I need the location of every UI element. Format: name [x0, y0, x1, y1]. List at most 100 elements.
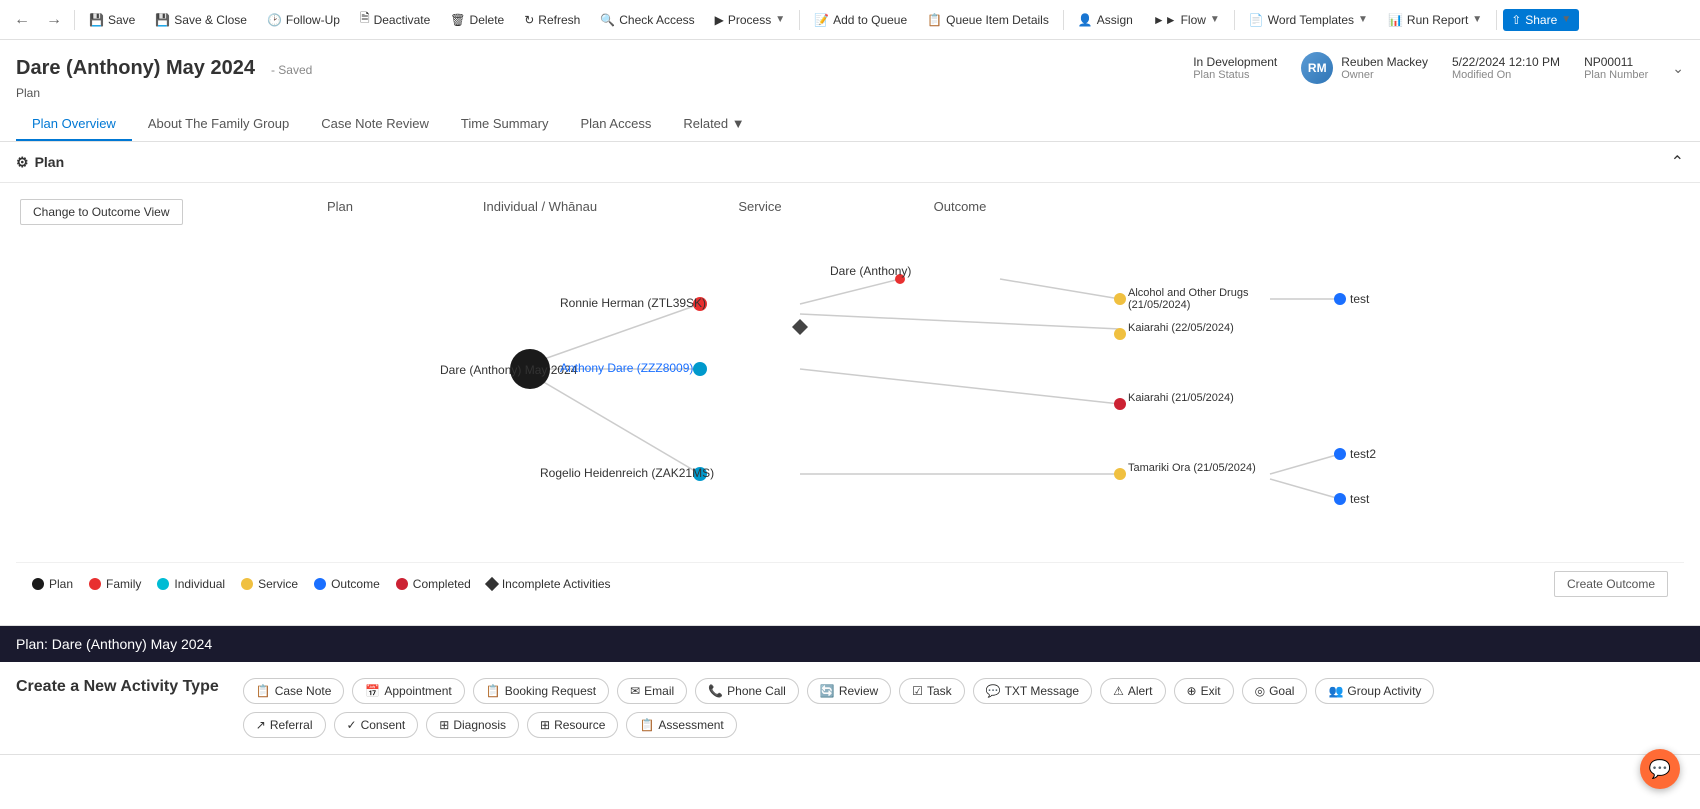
appointment-icon: 📅 [365, 684, 380, 698]
follow-up-button[interactable]: 🕑 Follow-Up [259, 9, 348, 31]
avatar: RM [1301, 52, 1333, 84]
tab-case-note-review[interactable]: Case Note Review [305, 108, 445, 141]
word-icon: 📄 [1249, 13, 1264, 27]
forward-button[interactable]: → [40, 9, 68, 31]
share-button[interactable]: ⇧ Share ▼ [1503, 9, 1579, 31]
case-note-button[interactable]: 📋 Case Note [243, 678, 345, 704]
status-label: Plan Status [1193, 69, 1277, 81]
tab-family-group[interactable]: About The Family Group [132, 108, 305, 141]
modified-value: 5/22/2024 12:10 PM [1452, 55, 1560, 69]
exit-button[interactable]: ⊕ Exit [1174, 678, 1234, 704]
tab-time-summary[interactable]: Time Summary [445, 108, 565, 141]
exit-icon: ⊕ [1187, 684, 1197, 698]
appointment-button[interactable]: 📅 Appointment [352, 678, 464, 704]
word-templates-button[interactable]: 📄 Word Templates ▼ [1241, 9, 1376, 31]
collapse-record-icon[interactable]: ⌄ [1672, 60, 1684, 77]
share-icon: ⇧ [1511, 13, 1521, 27]
txt-message-button[interactable]: 💬 TXT Message [973, 678, 1092, 704]
delete-button[interactable]: 🗑 Delete [442, 9, 512, 31]
alert-button[interactable]: ⚠ Alert [1100, 678, 1165, 704]
assessment-button[interactable]: 📋 Assessment [626, 712, 736, 738]
phone-icon: 📞 [708, 684, 723, 698]
toolbar-separator-2 [799, 10, 800, 30]
task-button[interactable]: ☑ Task [899, 678, 964, 704]
svg-text:Anthony Dare (ZZZ8009): Anthony Dare (ZZZ8009) [560, 361, 693, 375]
run-report-button[interactable]: 📊 Run Report ▼ [1380, 9, 1490, 31]
add-queue-icon: 📝 [814, 13, 829, 27]
toolbar-separator-5 [1496, 10, 1497, 30]
collapse-plan-icon[interactable]: ⌃ [1671, 152, 1684, 172]
toolbar-separator-4 [1234, 10, 1235, 30]
assign-icon: 👤 [1078, 13, 1093, 27]
toolbar-separator-3 [1063, 10, 1064, 30]
activity-buttons-row1: 📋 Case Note 📅 Appointment 📋 Booking Requ… [243, 678, 1684, 704]
process-button[interactable]: ▶ Process ▼ [707, 9, 794, 31]
saved-badge: - Saved [271, 63, 312, 77]
add-queue-button[interactable]: 📝 Add to Queue [806, 9, 915, 31]
svg-text:Alcohol and Other Drugs: Alcohol and Other Drugs [1128, 287, 1249, 299]
plan-dark-header: Plan: Dare (Anthony) May 2024 [0, 626, 1700, 662]
deactivate-button[interactable]: 🗎 Deactivate [352, 5, 438, 34]
col-plan: Plan [250, 199, 430, 214]
flow-icon: ►► [1153, 13, 1177, 27]
nav-tabs: Plan Overview About The Family Group Cas… [16, 108, 1684, 141]
task-icon: ☑ [912, 684, 923, 698]
legend-individual-dot [157, 578, 169, 590]
check-access-button[interactable]: 🔍 Check Access [592, 9, 702, 31]
process-chevron-icon: ▼ [775, 14, 785, 25]
legend-family-dot [89, 578, 101, 590]
legend: Plan Family Individual Service Outcome [16, 562, 1684, 609]
plan-number-value: NP00011 [1584, 55, 1648, 69]
phone-call-button[interactable]: 📞 Phone Call [695, 678, 799, 704]
word-chevron-icon: ▼ [1358, 14, 1368, 25]
create-outcome-button[interactable]: Create Outcome [1554, 571, 1668, 597]
legend-family: Family [89, 577, 141, 591]
goal-icon: ◎ [1255, 684, 1265, 698]
create-activity-section: Create a New Activity Type 📋 Case Note 📅… [0, 662, 1700, 755]
svg-text:Kaiarahi (22/05/2024): Kaiarahi (22/05/2024) [1128, 322, 1234, 334]
svg-text:Kaiarahi (21/05/2024): Kaiarahi (21/05/2024) [1128, 392, 1234, 404]
svg-text:(21/05/2024): (21/05/2024) [1128, 299, 1190, 311]
record-title: Dare (Anthony) May 2024 [16, 57, 255, 80]
tab-plan-access[interactable]: Plan Access [565, 108, 668, 141]
resource-icon: ⊞ [540, 718, 550, 732]
refresh-button[interactable]: ↻ Refresh [516, 9, 588, 31]
col-outcome: Outcome [870, 199, 1050, 214]
referral-button[interactable]: ↗ Referral [243, 712, 326, 738]
resource-button[interactable]: ⊞ Resource [527, 712, 618, 738]
check-access-icon: 🔍 [600, 13, 615, 27]
record-type: Plan [16, 86, 1684, 100]
assessment-icon: 📋 [639, 718, 654, 732]
booking-request-button[interactable]: 📋 Booking Request [473, 678, 609, 704]
section-title: ⚙ Plan [16, 154, 64, 171]
chat-fab[interactable]: 💬 [1640, 749, 1680, 789]
delete-icon: 🗑 [450, 13, 465, 27]
queue-details-button[interactable]: 📋 Queue Item Details [919, 9, 1057, 31]
owner-block: RM Reuben Mackey Owner [1301, 52, 1428, 84]
consent-icon: ✓ [347, 718, 357, 732]
email-button[interactable]: ✉ Email [617, 678, 687, 704]
legend-service-dot [241, 578, 253, 590]
back-button[interactable]: ← [8, 9, 36, 31]
status-value: In Development [1193, 55, 1277, 69]
save-close-button[interactable]: 💾 Save & Close [147, 9, 255, 31]
svg-text:Dare (Anthony): Dare (Anthony) [830, 264, 911, 278]
group-activity-button[interactable]: 👥 Group Activity [1315, 678, 1434, 704]
column-labels: Plan Individual / Whānau Service Outcome [250, 199, 1050, 214]
svg-text:Rogelio Heidenreich (ZAK21MS): Rogelio Heidenreich (ZAK21MS) [540, 466, 714, 480]
assign-button[interactable]: 👤 Assign [1070, 9, 1141, 31]
tab-plan-overview[interactable]: Plan Overview [16, 108, 132, 141]
record-header: Dare (Anthony) May 2024 - Saved In Devel… [0, 40, 1700, 142]
flow-diagram: Change to Outcome View Plan Individual /… [0, 183, 1700, 625]
goal-button[interactable]: ◎ Goal [1242, 678, 1308, 704]
svg-text:Dare (Anthony) May 2024: Dare (Anthony) May 2024 [440, 363, 578, 377]
tab-related[interactable]: Related ▼ [667, 108, 760, 141]
change-view-button[interactable]: Change to Outcome View [20, 199, 183, 225]
flow-button[interactable]: ►► Flow ▼ [1145, 9, 1228, 31]
diagnosis-button[interactable]: ⊞ Diagnosis [426, 712, 519, 738]
review-button[interactable]: 🔄 Review [807, 678, 891, 704]
save-close-icon: 💾 [155, 13, 170, 27]
consent-button[interactable]: ✓ Consent [334, 712, 419, 738]
legend-outcome-dot [314, 578, 326, 590]
save-button[interactable]: 💾 Save [81, 9, 143, 31]
